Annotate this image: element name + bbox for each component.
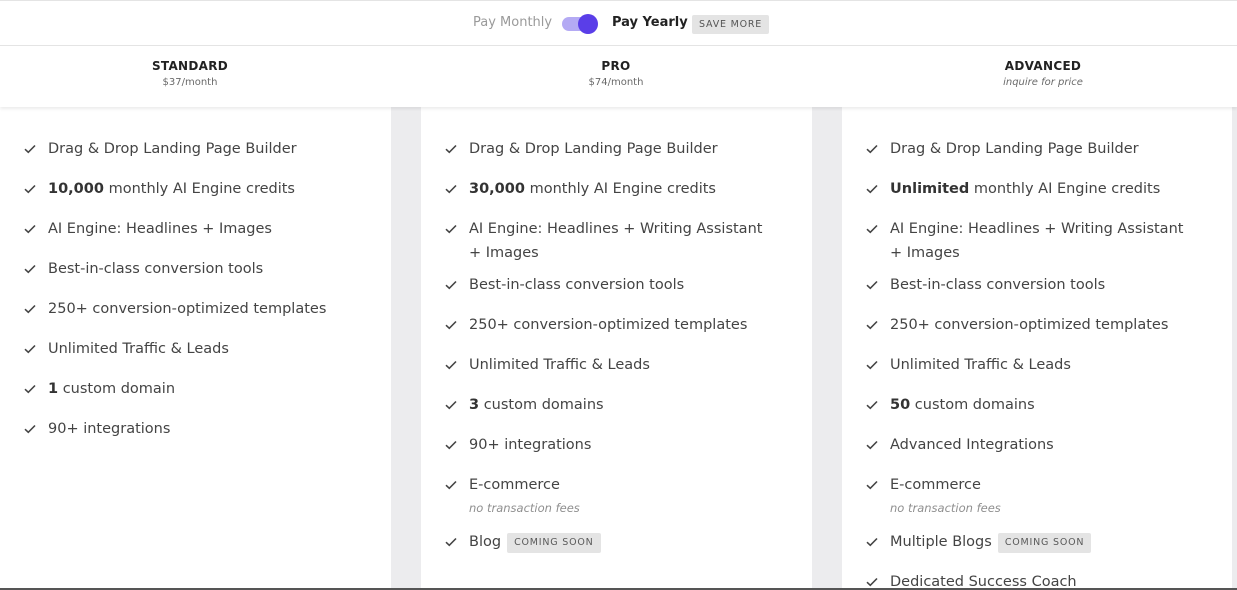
feature-text: 250+ conversion-optimized templates xyxy=(890,317,1169,333)
check-icon xyxy=(445,280,457,290)
feature-text: E-commerce xyxy=(469,477,560,493)
check-icon xyxy=(445,360,457,370)
check-icon xyxy=(445,144,457,154)
check-icon xyxy=(866,480,878,490)
feature-highlight: Unlimited xyxy=(890,181,970,197)
feature-text: 50 custom domains xyxy=(890,393,1190,417)
check-icon xyxy=(445,537,457,547)
feature-text: Drag & Drop Landing Page Builder xyxy=(469,141,718,157)
feature-subtext: no transaction fees xyxy=(469,501,580,515)
check-icon xyxy=(24,144,36,154)
check-icon xyxy=(866,537,878,547)
feature-text: Unlimited Traffic & Leads xyxy=(48,341,229,357)
feature-text: Best-in-class conversion tools xyxy=(469,277,685,293)
billing-toggle-bar: Pay Monthly Pay Yearly SAVE MORE xyxy=(0,0,1237,46)
plan-column-advanced: Drag & Drop Landing Page Builder Unlimit… xyxy=(842,107,1232,590)
feature-text: Best-in-class conversion tools xyxy=(890,277,1106,293)
feature-text: Blog COMING SOON xyxy=(469,530,769,554)
feature-text: Unlimited monthly AI Engine credits xyxy=(890,177,1190,201)
pay-monthly-option[interactable]: Pay Monthly xyxy=(473,15,552,30)
check-icon xyxy=(866,184,878,194)
check-icon xyxy=(445,400,457,410)
feature-highlight: 3 xyxy=(469,397,480,413)
plan-name: ADVANCED xyxy=(1004,59,1082,73)
check-icon xyxy=(866,440,878,450)
plan-name: STANDARD xyxy=(151,59,229,73)
feature-highlight: 50 xyxy=(890,397,911,413)
check-icon xyxy=(866,144,878,154)
check-icon xyxy=(24,264,36,274)
check-icon xyxy=(866,280,878,290)
feature-text: Drag & Drop Landing Page Builder xyxy=(890,141,1139,157)
feature-highlight: 10,000 xyxy=(48,181,104,197)
plan-header-pro: PRO $74/month xyxy=(466,59,766,88)
feature-text: Multiple Blogs COMING SOON xyxy=(890,530,1190,554)
check-icon xyxy=(445,480,457,490)
feature-text: 250+ conversion-optimized templates xyxy=(48,301,327,317)
feature-label: Blog xyxy=(469,534,502,550)
feature-rest: monthly AI Engine credits xyxy=(524,181,716,197)
feature-text: AI Engine: Headlines + Images xyxy=(48,221,272,237)
billing-period-switch[interactable] xyxy=(562,14,598,34)
check-icon xyxy=(866,320,878,330)
feature-highlight: 1 xyxy=(48,381,59,397)
feature-text: 3 custom domains xyxy=(469,393,769,417)
plan-price: $74/month xyxy=(588,77,644,88)
feature-text: 250+ conversion-optimized templates xyxy=(469,317,748,333)
feature-rest: custom domains xyxy=(479,397,604,413)
feature-text: 90+ integrations xyxy=(48,421,171,437)
feature-text: AI Engine: Headlines + Writing Assistant… xyxy=(469,221,763,261)
check-icon xyxy=(866,577,878,587)
feature-text: AI Engine: Headlines + Writing Assistant… xyxy=(890,221,1184,261)
feature-rest: monthly AI Engine credits xyxy=(103,181,295,197)
plan-header-row: STANDARD $37/month PRO $74/month ADVANCE… xyxy=(0,46,1237,107)
feature-text: E-commerce xyxy=(890,477,981,493)
plan-name: PRO xyxy=(601,59,631,73)
feature-text: Best-in-class conversion tools xyxy=(48,261,264,277)
check-icon xyxy=(24,184,36,194)
plan-column-standard: Drag & Drop Landing Page Builder 10,000 … xyxy=(0,107,391,590)
check-icon xyxy=(866,360,878,370)
feature-highlight: 30,000 xyxy=(469,181,525,197)
check-icon xyxy=(24,344,36,354)
check-icon xyxy=(445,320,457,330)
save-more-badge: SAVE MORE xyxy=(692,15,770,34)
plan-header-advanced: ADVANCED inquire for price xyxy=(893,59,1193,88)
check-icon xyxy=(866,224,878,234)
check-icon xyxy=(445,224,457,234)
feature-text: Drag & Drop Landing Page Builder xyxy=(48,141,297,157)
feature-text: 90+ integrations xyxy=(469,437,592,453)
plan-price: inquire for price xyxy=(1003,77,1083,88)
feature-rest: custom domains xyxy=(910,397,1035,413)
pay-yearly-option[interactable]: Pay Yearly xyxy=(612,15,688,30)
coming-soon-badge: COMING SOON xyxy=(507,533,601,553)
check-icon xyxy=(24,304,36,314)
check-icon xyxy=(445,440,457,450)
check-icon xyxy=(866,400,878,410)
check-icon xyxy=(24,384,36,394)
check-icon xyxy=(445,184,457,194)
feature-text: Advanced Integrations xyxy=(890,437,1054,453)
plan-header-standard: STANDARD $37/month xyxy=(40,59,340,88)
feature-text: Unlimited Traffic & Leads xyxy=(890,357,1071,373)
feature-text: 1 custom domain xyxy=(48,377,348,401)
feature-subtext: no transaction fees xyxy=(890,501,1001,515)
feature-rest: custom domain xyxy=(58,381,176,397)
plan-column-pro: Drag & Drop Landing Page Builder 30,000 … xyxy=(421,107,812,590)
feature-text: 10,000 monthly AI Engine credits xyxy=(48,177,348,201)
feature-rest: monthly AI Engine credits xyxy=(969,181,1161,197)
check-icon xyxy=(24,224,36,234)
feature-text: Unlimited Traffic & Leads xyxy=(469,357,650,373)
feature-label: Multiple Blogs xyxy=(890,534,992,550)
plan-price: $37/month xyxy=(162,77,218,88)
feature-text: 30,000 monthly AI Engine credits xyxy=(469,177,769,201)
coming-soon-badge: COMING SOON xyxy=(997,533,1092,553)
check-icon xyxy=(24,424,36,434)
switch-knob xyxy=(578,14,598,34)
feature-text: Dedicated Success Coach xyxy=(890,574,1077,590)
billing-toggle: Pay Monthly Pay Yearly SAVE MORE xyxy=(0,12,1237,36)
